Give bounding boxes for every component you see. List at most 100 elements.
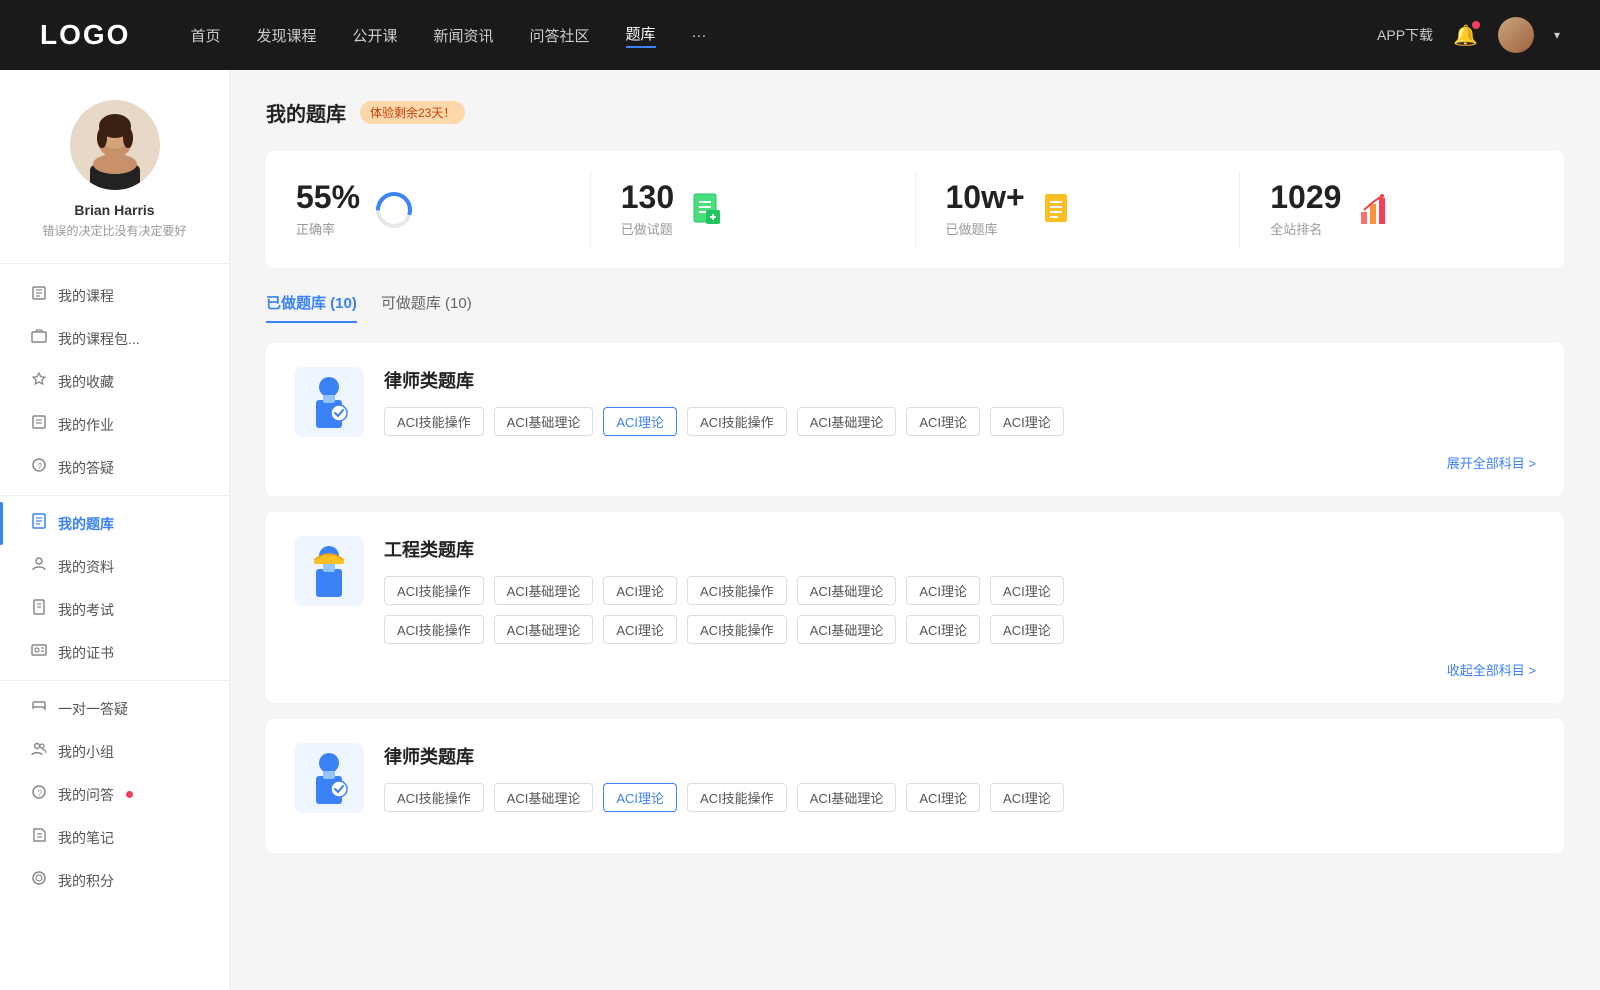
tag-item[interactable]: ACI技能操作	[687, 576, 787, 605]
sidebar-item-profile[interactable]: 我的资料	[0, 545, 229, 588]
lawyer-icon	[304, 375, 354, 430]
nav-discover[interactable]: 发现课程	[256, 25, 316, 46]
tag-item-active[interactable]: ACI理论	[603, 783, 677, 812]
sidebar: Brian Harris 错误的决定比没有决定要好 我的课程 我的课程包...	[0, 70, 230, 990]
qbank-2-collapse-link[interactable]: 收起全部科目 >	[1447, 660, 1536, 679]
tag-item[interactable]: ACI理论	[603, 615, 677, 644]
lawyer-icon-3	[304, 751, 354, 806]
sidebar-item-label: 我的小组	[58, 742, 114, 762]
tag-item[interactable]: ACI技能操作	[687, 407, 787, 436]
sidebar-item-label: 我的课程包...	[58, 329, 140, 349]
sidebar-item-label: 我的问答	[58, 785, 114, 805]
nav-home[interactable]: 首页	[190, 25, 220, 46]
avatar[interactable]	[1498, 17, 1534, 53]
sidebar-item-one-on-one[interactable]: 一对一答疑	[0, 687, 229, 730]
tag-item[interactable]: ACI技能操作	[384, 615, 484, 644]
notification-bell[interactable]: 🔔	[1453, 23, 1478, 48]
nav-news[interactable]: 新闻资讯	[434, 25, 494, 46]
tag-item[interactable]: ACI基础理论	[797, 576, 897, 605]
tag-item[interactable]: ACI技能操作	[384, 407, 484, 436]
stat-questions-done: 130 已做试题	[591, 171, 916, 248]
main-layout: Brian Harris 错误的决定比没有决定要好 我的课程 我的课程包...	[0, 70, 1600, 990]
stat-ranking: 1029 全站排名	[1240, 171, 1564, 248]
sidebar-item-exam[interactable]: 我的考试	[0, 588, 229, 631]
tab-done-banks[interactable]: 已做题库 (10)	[266, 292, 357, 323]
sidebar-item-my-courses[interactable]: 我的课程	[0, 274, 229, 317]
qbank-card-1: 律师类题库 ACI技能操作 ACI基础理论 ACI理论 ACI技能操作 ACI基…	[266, 343, 1564, 496]
sidebar-item-label: 我的题库	[58, 514, 114, 534]
tag-item[interactable]: ACI理论	[906, 615, 980, 644]
qbank-3-tags: ACI技能操作 ACI基础理论 ACI理论 ACI技能操作 ACI基础理论 AC…	[384, 783, 1536, 812]
tag-item[interactable]: ACI技能操作	[384, 783, 484, 812]
tag-item[interactable]: ACI基础理论	[494, 615, 594, 644]
tag-item-active[interactable]: ACI理论	[603, 407, 677, 436]
sidebar-item-groups[interactable]: 我的小组	[0, 730, 229, 773]
question-bank-icon	[30, 513, 48, 534]
course-package-icon	[30, 328, 48, 349]
app-download-btn[interactable]: APP下载	[1377, 25, 1433, 45]
questions-doc-icon	[688, 190, 728, 230]
sidebar-item-label: 我的笔记	[58, 828, 114, 848]
sidebar-item-notes[interactable]: 我的笔记	[0, 816, 229, 859]
sidebar-item-label: 我的积分	[58, 871, 114, 891]
sidebar-item-label: 一对一答疑	[58, 699, 128, 719]
sidebar-item-points[interactable]: 我的积分	[0, 859, 229, 902]
tag-item[interactable]: ACI理论	[906, 576, 980, 605]
nav-more[interactable]: ···	[692, 27, 707, 44]
nav-open-course[interactable]: 公开课	[352, 25, 397, 46]
sidebar-item-label: 我的答疑	[58, 458, 114, 478]
tag-item[interactable]: ACI理论	[990, 615, 1064, 644]
tag-item[interactable]: ACI理论	[990, 407, 1064, 436]
tag-item[interactable]: ACI基础理论	[494, 783, 594, 812]
qbank-2-icon-wrap	[294, 536, 364, 606]
avatar-image	[1498, 17, 1534, 53]
tab-available-banks[interactable]: 可做题库 (10)	[381, 292, 472, 323]
sidebar-item-question-bank[interactable]: 我的题库	[0, 502, 229, 545]
tag-item[interactable]: ACI基础理论	[797, 615, 897, 644]
svg-text:?: ?	[38, 789, 43, 798]
tag-item[interactable]: ACI理论	[990, 783, 1064, 812]
stat-questions-value: 130	[621, 181, 674, 213]
tag-item[interactable]: ACI理论	[906, 783, 980, 812]
groups-icon	[30, 741, 48, 762]
tag-item[interactable]: ACI技能操作	[384, 576, 484, 605]
sidebar-item-course-package[interactable]: 我的课程包...	[0, 317, 229, 360]
svg-text:?: ?	[38, 462, 43, 471]
sidebar-item-certificate[interactable]: 我的证书	[0, 631, 229, 674]
my-courses-icon	[30, 285, 48, 306]
one-on-one-icon	[30, 698, 48, 719]
stat-ranking-value: 1029	[1270, 181, 1341, 213]
navbar-logo[interactable]: LOGO	[40, 19, 130, 51]
qbank-2-tags-row1: ACI技能操作 ACI基础理论 ACI理论 ACI技能操作 ACI基础理论 AC…	[384, 576, 1536, 605]
sidebar-item-label: 我的考试	[58, 600, 114, 620]
stat-banks-done: 10w+ 已做题库	[916, 171, 1241, 248]
my-questions-icon: ?	[30, 784, 48, 805]
nav-qa[interactable]: 问答社区	[530, 25, 590, 46]
sidebar-avatar	[70, 100, 160, 190]
sidebar-item-label: 我的证书	[58, 643, 114, 663]
certificate-icon	[30, 642, 48, 663]
tag-item[interactable]: ACI基础理论	[494, 576, 594, 605]
sidebar-item-my-qa[interactable]: ? 我的答疑	[0, 446, 229, 489]
sidebar-item-favorites[interactable]: 我的收藏	[0, 360, 229, 403]
tag-item[interactable]: ACI基础理论	[797, 783, 897, 812]
stat-accuracy-label: 正确率	[296, 219, 360, 238]
tag-item[interactable]: ACI技能操作	[687, 783, 787, 812]
sidebar-item-my-questions[interactable]: ? 我的问答	[0, 773, 229, 816]
qbank-1-icon-wrap	[294, 367, 364, 437]
ranking-chart-icon	[1355, 190, 1395, 230]
tag-item[interactable]: ACI基础理论	[494, 407, 594, 436]
tag-item[interactable]: ACI理论	[990, 576, 1064, 605]
tag-item[interactable]: ACI理论	[603, 576, 677, 605]
tag-item[interactable]: ACI理论	[906, 407, 980, 436]
avatar-chevron-down-icon[interactable]: ▾	[1554, 28, 1560, 42]
page-title: 我的题库	[266, 98, 346, 127]
tag-item[interactable]: ACI基础理论	[797, 407, 897, 436]
sidebar-item-homework[interactable]: 我的作业	[0, 403, 229, 446]
nav-question-bank[interactable]: 题库	[626, 23, 656, 48]
tag-item[interactable]: ACI技能操作	[687, 615, 787, 644]
qbank-1-expand-link[interactable]: 展开全部科目 >	[1447, 453, 1536, 472]
qbank-2-tags-row2: ACI技能操作 ACI基础理论 ACI理论 ACI技能操作 ACI基础理论 AC…	[384, 615, 1536, 644]
qbank-card-2: 工程类题库 ACI技能操作 ACI基础理论 ACI理论 ACI技能操作 ACI基…	[266, 512, 1564, 703]
favorites-icon	[30, 371, 48, 392]
